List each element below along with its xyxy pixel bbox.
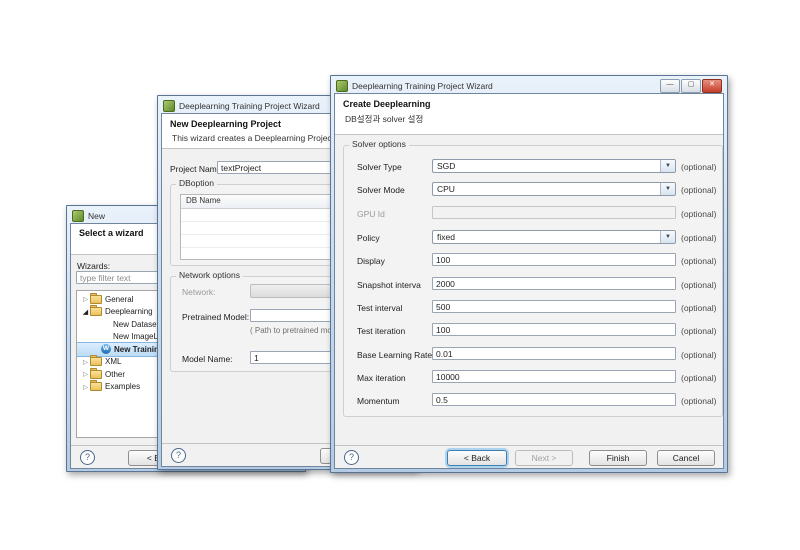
wizard-app-icon	[72, 210, 84, 222]
maximize-button[interactable]: ▢	[681, 79, 701, 93]
max-iteration-label: Max iteration	[357, 373, 406, 383]
header-title: Create Deeplearning	[343, 99, 431, 109]
test-iteration-label: Test iteration	[357, 326, 405, 336]
base-learning-rate-input[interactable]	[432, 347, 676, 360]
test-interval-label: Test interval	[357, 303, 402, 313]
optional-label: (optional)	[681, 303, 716, 313]
finish-button[interactable]: Finish	[589, 450, 647, 466]
next-button[interactable]: Next >	[515, 450, 573, 466]
expander-collapsed-icon[interactable]: ▷	[81, 295, 90, 303]
header-subtitle: This wizard creates a Deeplearning Proje…	[172, 133, 334, 143]
solver-mode-select[interactable]: CPU ▼	[432, 182, 676, 196]
solver-mode-label: Solver Mode	[357, 185, 405, 195]
folder-icon	[90, 382, 102, 391]
wizards-label: Wizards:	[77, 261, 110, 271]
solver-type-label: Solver Type	[357, 162, 402, 172]
chevron-down-icon[interactable]: ▼	[660, 160, 675, 172]
tree-item-label: Examples	[105, 382, 140, 391]
optional-label: (optional)	[681, 256, 716, 266]
gpu-id-label: GPU Id	[357, 209, 385, 219]
policy-value: fixed	[433, 232, 660, 242]
optional-label: (optional)	[681, 350, 716, 360]
help-icon[interactable]: ?	[171, 448, 186, 463]
dboption-label: DBoption	[176, 178, 217, 188]
wizard-app-icon	[163, 100, 175, 112]
optional-label: (optional)	[681, 326, 716, 336]
network-label: Network:	[182, 287, 216, 297]
solver-type-value: SGD	[433, 161, 660, 171]
folder-icon	[90, 307, 102, 316]
momentum-label: Momentum	[357, 396, 400, 406]
solver-options-label: Solver options	[349, 139, 409, 149]
wizard-item-icon: W	[101, 344, 111, 354]
window-title: New	[88, 211, 105, 221]
snapshot-interval-label: Snapshot interva	[357, 280, 421, 290]
display-label: Display	[357, 256, 385, 266]
expander-collapsed-icon[interactable]: ▷	[81, 383, 90, 391]
chevron-down-icon[interactable]: ▼	[660, 183, 675, 195]
close-button[interactable]: ✕	[702, 79, 722, 93]
base-learning-rate-label: Base Learning Rate	[357, 350, 432, 360]
folder-icon	[90, 357, 102, 366]
optional-label: (optional)	[681, 162, 716, 172]
solver-mode-value: CPU	[433, 184, 660, 194]
policy-select[interactable]: fixed ▼	[432, 230, 676, 244]
tree-item-label: Other	[105, 370, 125, 379]
header-title: Select a wizard	[79, 228, 144, 238]
tree-item-label: Deeplearning	[105, 307, 153, 316]
tree-item-label: XML	[105, 357, 121, 366]
optional-label: (optional)	[681, 396, 716, 406]
window-title: Deeplearning Training Project Wizard	[179, 101, 320, 111]
expander-collapsed-icon[interactable]: ▷	[81, 358, 90, 366]
network-options-label: Network options	[176, 270, 243, 280]
help-icon[interactable]: ?	[344, 450, 359, 465]
tree-item-label: General	[105, 295, 133, 304]
chevron-down-icon[interactable]: ▼	[660, 231, 675, 243]
folder-icon	[90, 295, 102, 304]
optional-label: (optional)	[681, 373, 716, 383]
gpu-id-input	[432, 206, 676, 219]
help-icon[interactable]: ?	[80, 450, 95, 465]
solver-type-select[interactable]: SGD ▼	[432, 159, 676, 173]
window-title: Deeplearning Training Project Wizard	[352, 81, 493, 91]
display-input[interactable]	[432, 253, 676, 266]
snapshot-interval-input[interactable]	[432, 277, 676, 290]
wizard-header: Create Deeplearning DB설정과 solver 설정	[335, 94, 723, 135]
header-subtitle: DB설정과 solver 설정	[345, 113, 423, 125]
solver-dialog-titlebar[interactable]: Deeplearning Training Project Wizard — ▢…	[334, 78, 724, 93]
button-bar: ? < Back Next > Finish Cancel	[335, 445, 723, 469]
back-button[interactable]: < Back	[447, 450, 507, 466]
momentum-input[interactable]	[432, 393, 676, 406]
pretrained-model-label: Pretrained Model:	[182, 312, 249, 322]
expander-collapsed-icon[interactable]: ▷	[81, 370, 90, 378]
model-name-label: Model Name:	[182, 354, 233, 364]
optional-label: (optional)	[681, 209, 716, 219]
cancel-button[interactable]: Cancel	[657, 450, 715, 466]
folder-icon	[90, 370, 102, 379]
create-deeplearning-dialog: Deeplearning Training Project Wizard — ▢…	[330, 75, 728, 473]
wizard-app-icon	[336, 80, 348, 92]
test-interval-input[interactable]	[432, 300, 676, 313]
max-iteration-input[interactable]	[432, 370, 676, 383]
policy-label: Policy	[357, 233, 380, 243]
minimize-button[interactable]: —	[660, 79, 680, 93]
test-iteration-input[interactable]	[432, 323, 676, 336]
optional-label: (optional)	[681, 280, 716, 290]
optional-label: (optional)	[681, 185, 716, 195]
optional-label: (optional)	[681, 233, 716, 243]
expander-expanded-icon[interactable]: ◢	[81, 308, 90, 316]
header-title: New Deeplearning Project	[170, 119, 281, 129]
